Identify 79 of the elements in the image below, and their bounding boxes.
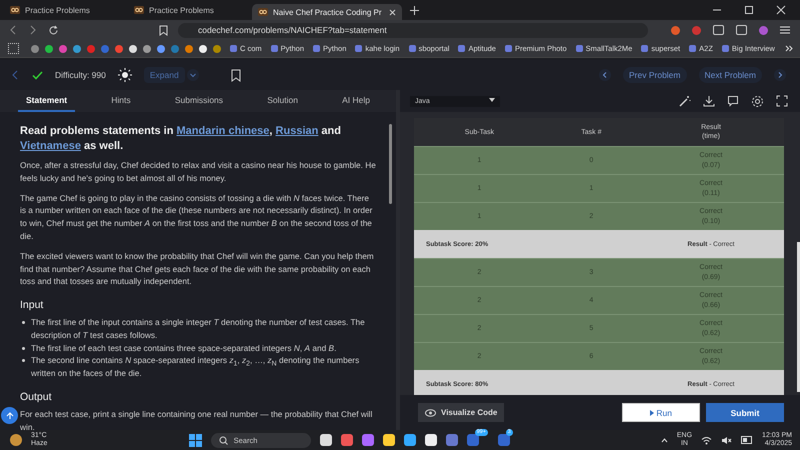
taskbar-app-icon[interactable]	[498, 434, 510, 446]
speaker-muted-icon[interactable]	[721, 436, 732, 444]
browser-tab[interactable]: Practice Problems	[128, 2, 248, 18]
prev-problem-button[interactable]: Prev Problem	[623, 67, 686, 83]
scrollbar[interactable]	[797, 242, 800, 392]
browser-tab[interactable]: Practice Problems	[4, 2, 124, 18]
search-icon	[218, 436, 228, 444]
taskbar-app-icon[interactable]	[466, 434, 479, 446]
section-heading: Output	[20, 390, 53, 404]
submit-button[interactable]: Submit	[706, 403, 784, 422]
weather-icon[interactable]	[10, 434, 22, 446]
arrow-up-icon	[6, 412, 14, 420]
bookmark-icon[interactable]	[230, 68, 241, 82]
list-item: The first line of the input contains a single integer T denoting the number of test cases. The description of T test cases follows.	[31, 316, 366, 342]
wallet-icon[interactable]	[736, 25, 747, 35]
chat-icon[interactable]	[727, 95, 739, 107]
bookmark-icon[interactable]	[159, 24, 168, 36]
fullscreen-icon[interactable]	[776, 95, 788, 107]
tab[interactable]: Hints	[103, 90, 139, 112]
sidebar-icon[interactable]	[713, 25, 724, 35]
forward-icon[interactable]	[28, 25, 38, 35]
paragraph: For each test case, print a single line containing one real number — the probability that Chef will win.	[20, 408, 374, 430]
chevron-up-icon[interactable]	[660, 438, 668, 442]
logo-icon	[134, 6, 144, 14]
profile-icon[interactable]	[759, 26, 768, 34]
list-item: The first line of each test case contains three space-separated integers N, A and B.	[31, 342, 336, 354]
new-tab-icon[interactable]	[410, 6, 419, 14]
back-icon[interactable]	[8, 25, 18, 35]
windows-start-icon[interactable]	[188, 434, 202, 446]
address-field[interactable]: codechef.com/problems/NAICHEF?tab=statement	[178, 22, 648, 38]
chevrons-right-icon[interactable]	[784, 45, 793, 52]
paragraph: The game Chef is going to play in the casino consists of tossing a die with N faces twice. There is a number written on each face of the die (these numbers are not necessarily distinct). In order to win, Chef must get the number A on the first toss and the number B on the second toss of the die.	[20, 192, 374, 243]
wifi-icon[interactable]	[701, 436, 712, 444]
apps-icon[interactable]	[8, 43, 19, 54]
checkmark-icon	[32, 70, 43, 80]
bullet-icon	[22, 320, 25, 324]
logo-icon	[258, 8, 268, 16]
tab[interactable]: Solution	[259, 90, 306, 112]
tab[interactable]: Submissions	[166, 90, 232, 112]
play-icon	[650, 410, 654, 416]
logo-icon	[10, 6, 20, 14]
tab[interactable]: Statement	[18, 90, 76, 112]
taskbar-app-icon[interactable]	[382, 434, 395, 446]
sun-icon[interactable]	[118, 68, 132, 82]
language-link[interactable]: Vietnamese	[20, 140, 81, 152]
reload-icon[interactable]	[48, 24, 59, 36]
settings-icon[interactable]	[751, 94, 764, 108]
tab[interactable]: AI Help	[334, 90, 378, 112]
maximize-icon[interactable]	[744, 5, 754, 15]
paragraph: The excited viewers want to know the probability that Chef will win the game. Can you help them find that number? Assume that Chef gets each face of the die with the same probability on each toss and that tosses are mutually independent.	[20, 250, 375, 288]
menu-icon[interactable]	[780, 26, 790, 34]
chevron-left-icon[interactable]	[599, 69, 611, 81]
taskbar-app-icon[interactable]	[424, 434, 437, 446]
visualize-code-button[interactable]: Visualize Code	[418, 403, 504, 422]
list-item: The second line contains N space-separated integers z$_{1}$, z$_{2}$, …, z$_{N}$ denoting the numbers written on the faces of the die.	[31, 354, 360, 380]
download-icon[interactable]	[703, 95, 715, 107]
next-problem-button[interactable]: Next Problem	[698, 67, 762, 83]
run-button[interactable]: Run	[622, 403, 700, 422]
scroll-top-button[interactable]	[1, 407, 18, 424]
paragraph: Once, after a stressful day, Chef decided to relax and visit a casino near his house to gamble. He feels lucky and he's going to bet almost all of his money.	[20, 159, 376, 185]
language-link[interactable]: Russian	[276, 125, 318, 137]
chevron-right-icon[interactable]	[774, 69, 786, 81]
heading: Read problems statements in Mandarin chinese, Russian and Vietnamese as well.	[20, 124, 342, 154]
section-heading: Input	[20, 299, 44, 312]
magic-wand-icon[interactable]	[679, 95, 691, 107]
bullet-icon	[22, 359, 25, 362]
browser-tab[interactable]: Naive Chef Practice Coding Pr	[252, 4, 402, 20]
taskbar-app-icon[interactable]	[320, 434, 332, 446]
bullet-icon	[22, 346, 25, 350]
dropdown-caret-icon[interactable]	[489, 98, 495, 102]
close-icon[interactable]	[389, 8, 396, 16]
language-link[interactable]: Mandarin chinese	[176, 125, 270, 137]
eye-icon	[425, 408, 436, 416]
scrollbar[interactable]	[389, 124, 392, 204]
taskbar-app-icon[interactable]	[404, 434, 416, 446]
chevron-down-icon[interactable]	[186, 69, 199, 81]
close-icon[interactable]	[776, 5, 786, 15]
difficulty-label: Difficulty: 990	[55, 70, 106, 80]
battery-icon[interactable]	[741, 436, 754, 444]
